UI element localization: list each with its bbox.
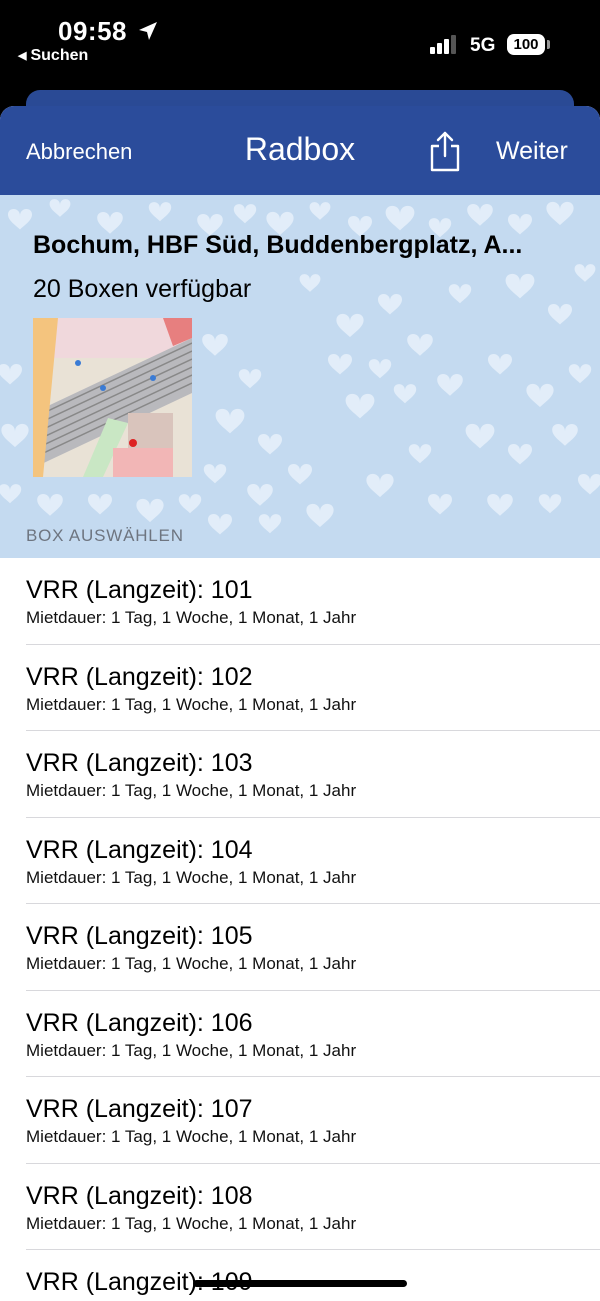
next-button[interactable]: Weiter <box>496 137 568 166</box>
back-to-app-link[interactable]: ◀ Suchen <box>18 47 88 65</box>
section-label: BOX AUSWÄHLEN <box>26 526 184 545</box>
box-title: VRR (Langzeit): 108 <box>26 1181 253 1210</box>
box-subtitle: Mietdauer: 1 Tag, 1 Woche, 1 Monat, 1 Ja… <box>26 867 357 887</box>
box-subtitle: Mietdauer: 1 Tag, 1 Woche, 1 Monat, 1 Ja… <box>26 781 357 800</box>
box-title: VRR (Langzeit): 106 <box>26 1008 253 1037</box>
box-subtitle: Mietdauer: 1 Tag, 1 Woche, 1 Monat, 1 Ja… <box>26 1213 357 1233</box>
list-item[interactable]: VRR (Langzeit): 101 Mietdauer: 1 Tag, 1 … <box>26 558 600 645</box>
map-graphic <box>33 318 192 477</box>
list-item[interactable]: VRR (Langzeit): 102 Mietdauer: 1 Tag, 1 … <box>26 645 600 731</box>
navigation-bar: Abbrechen Radbox Weiter <box>0 106 600 195</box>
box-title: VRR (Langzeit): 102 <box>26 662 253 691</box>
station-name: Bochum, HBF Süd, Buddenbergplatz, A... <box>33 231 523 259</box>
battery-cap <box>547 40 550 49</box>
status-bar: 09:58 ◀ Suchen 5G 100 <box>0 0 600 88</box>
back-triangle-icon: ◀ <box>18 50 27 62</box>
list-item[interactable]: VRR (Langzeit): 105 Mietdauer: 1 Tag, 1 … <box>26 904 600 991</box>
status-time: 09:58 <box>58 16 127 46</box>
box-title: VRR (Langzeit): 103 <box>26 749 253 777</box>
back-app-label: Suchen <box>30 47 89 64</box>
box-subtitle: Mietdauer: 1 Tag, 1 Woche, 1 Monat, 1 Ja… <box>26 1127 357 1146</box>
list-item[interactable]: VRR (Langzeit): 103 Mietdauer: 1 Tag, 1 … <box>26 731 600 818</box>
station-header: Bochum, HBF Süd, Buddenbergplatz, A... 2… <box>0 195 600 558</box>
list-item[interactable]: VRR (Langzeit): 108 Mietdauer: 1 Tag, 1 … <box>26 1164 600 1250</box>
box-subtitle: Mietdauer: 1 Tag, 1 Woche, 1 Monat, 1 Ja… <box>26 694 357 714</box>
share-icon[interactable] <box>428 130 462 172</box>
box-list: VRR (Langzeit): 101 Mietdauer: 1 Tag, 1 … <box>0 558 600 1301</box>
radbox-sheet: Abbrechen Radbox Weiter Bochum, HBF Süd,… <box>0 106 600 1301</box>
box-subtitle: Mietdauer: 1 Tag, 1 Woche, 1 Monat, 1 Ja… <box>26 608 357 627</box>
box-subtitle: Mietdauer: 1 Tag, 1 Woche, 1 Monat, 1 Ja… <box>26 954 357 973</box>
cellular-signal-icon <box>430 34 460 54</box>
home-indicator[interactable] <box>193 1280 407 1287</box>
list-item[interactable]: VRR (Langzeit): 107 Mietdauer: 1 Tag, 1 … <box>26 1077 600 1164</box>
station-map-thumbnail[interactable] <box>33 318 192 477</box>
list-item[interactable]: VRR (Langzeit): 104 Mietdauer: 1 Tag, 1 … <box>26 818 600 904</box>
availability-text: 20 Boxen verfügbar <box>33 275 252 303</box>
battery-icon: 100 <box>507 34 545 55</box>
box-title: VRR (Langzeit): 101 <box>26 576 253 604</box>
box-subtitle: Mietdauer: 1 Tag, 1 Woche, 1 Monat, 1 Ja… <box>26 1040 357 1060</box>
box-title: VRR (Langzeit): 105 <box>26 922 253 950</box>
battery-level: 100 <box>513 36 539 53</box>
list-item[interactable]: VRR (Langzeit): 109 <box>26 1250 600 1301</box>
list-item[interactable]: VRR (Langzeit): 106 Mietdauer: 1 Tag, 1 … <box>26 991 600 1077</box>
location-arrow-icon <box>139 22 157 40</box>
box-title: VRR (Langzeit): 104 <box>26 835 253 864</box>
box-title: VRR (Langzeit): 107 <box>26 1095 253 1123</box>
network-type: 5G <box>470 35 496 56</box>
